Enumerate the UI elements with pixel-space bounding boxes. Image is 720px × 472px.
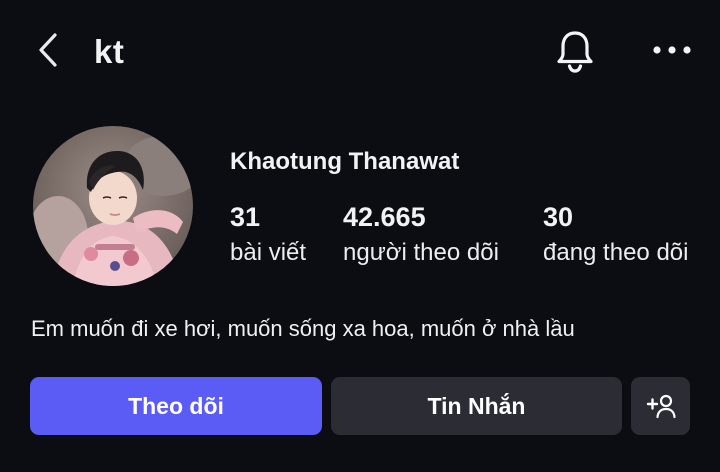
more-horizontal-icon (653, 46, 691, 54)
avatar-photo (33, 126, 193, 286)
notifications-button[interactable] (552, 26, 598, 76)
follow-button[interactable]: Theo dõi (30, 377, 322, 435)
suggest-people-button[interactable] (631, 377, 690, 435)
stat-followers-count: 42.665 (343, 202, 426, 232)
bell-icon (557, 31, 593, 73)
profile-display-name: Khaotung Thanawat (230, 148, 460, 175)
top-navigation-bar: kt (0, 0, 720, 104)
profile-bio: Em muốn đi xe hơi, muốn sống xa hoa, muố… (31, 316, 575, 341)
stat-following-count: 30 (543, 202, 574, 232)
chevron-left-icon (39, 33, 57, 67)
stat-followers[interactable]: 42.665 người theo dõi (343, 200, 499, 270)
stat-posts[interactable]: 31 bài viết (230, 200, 306, 270)
stat-following[interactable]: 30 đang theo dõi (543, 200, 688, 270)
profile-avatar[interactable] (33, 126, 193, 286)
stat-following-label: đang theo dõi (543, 239, 689, 266)
page-title-username: kt (94, 33, 125, 70)
stat-posts-count: 31 (230, 202, 261, 232)
stat-posts-label: bài viết (230, 239, 307, 266)
more-options-button[interactable] (648, 30, 696, 70)
stat-followers-label: người theo dõi (343, 239, 499, 266)
add-person-icon (646, 394, 676, 419)
message-button[interactable]: Tin Nhắn (331, 377, 622, 435)
back-button[interactable] (30, 28, 66, 72)
